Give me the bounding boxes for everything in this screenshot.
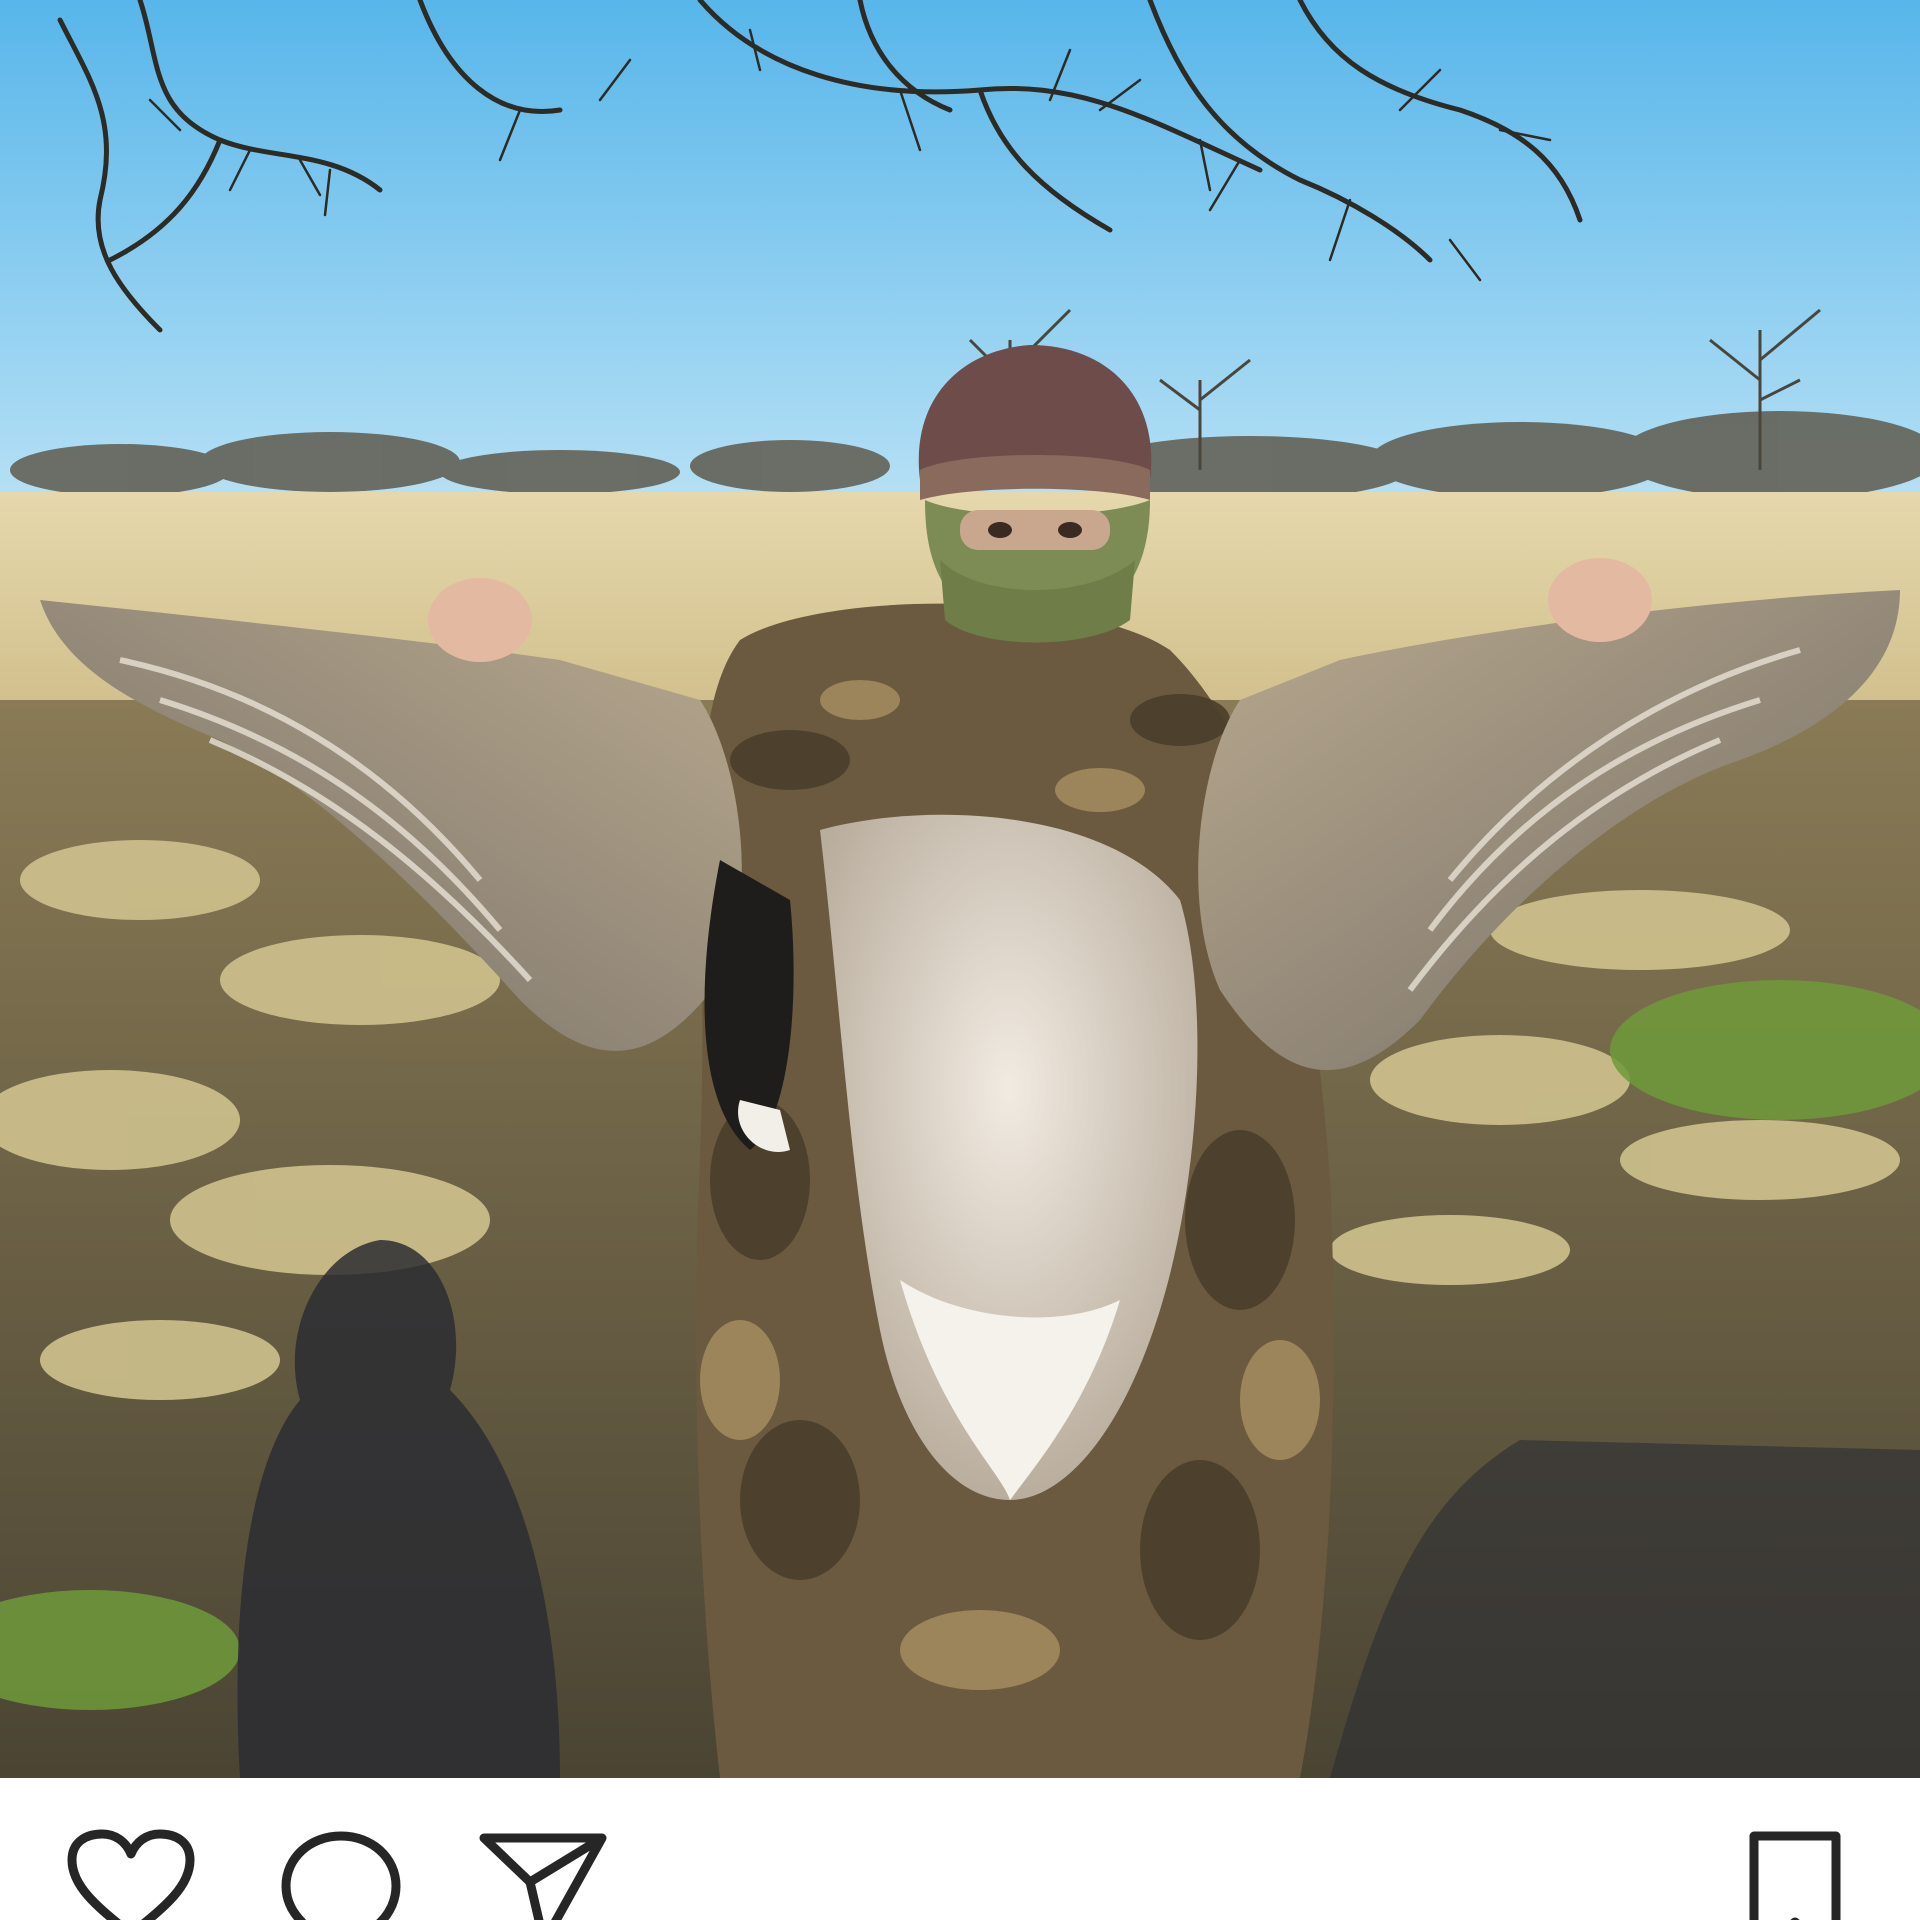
heart-icon[interactable] bbox=[66, 1829, 196, 1920]
bookmark-icon[interactable] bbox=[1740, 1830, 1850, 1920]
comment-bubble-icon[interactable] bbox=[276, 1830, 406, 1920]
post-photo[interactable] bbox=[0, 0, 1920, 1778]
paper-plane-icon[interactable] bbox=[478, 1830, 608, 1920]
photo-illustration bbox=[0, 0, 1920, 1778]
post-action-bar bbox=[0, 1778, 1920, 1920]
post-card bbox=[0, 0, 1920, 1920]
